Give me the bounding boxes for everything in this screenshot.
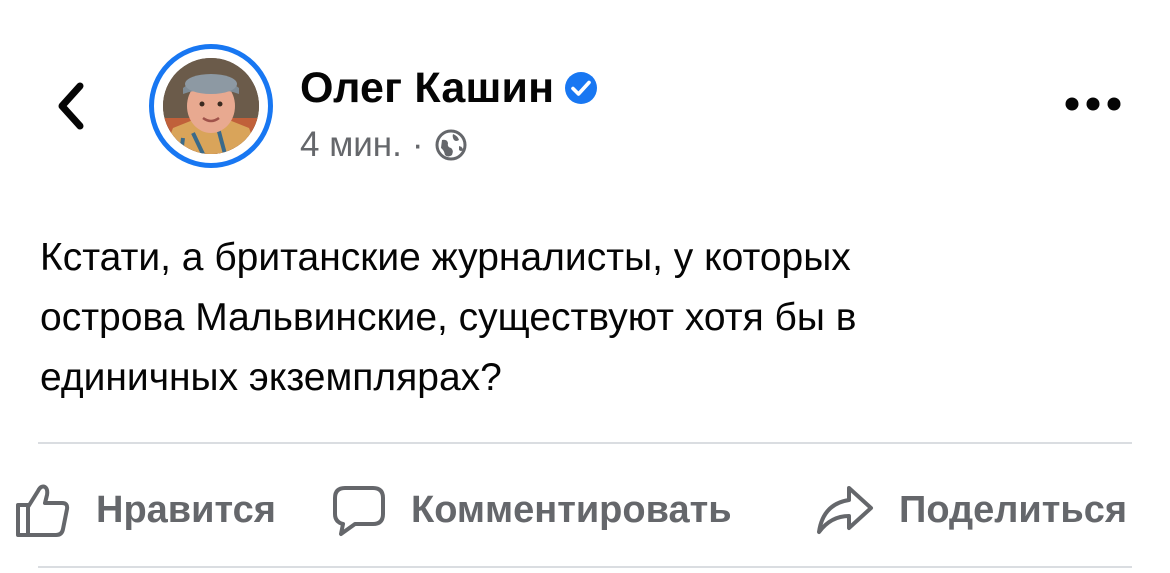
post-meta: 4 мин. · <box>300 125 468 165</box>
divider-bottom <box>38 566 1132 568</box>
comment-button[interactable]: Комментировать <box>331 478 732 542</box>
post-timestamp[interactable]: 4 мин. <box>300 125 402 165</box>
meta-separator: · <box>411 125 424 164</box>
back-button[interactable] <box>52 78 92 134</box>
divider-top <box>38 442 1132 444</box>
post-text-line: острова Мальвинские, существуют хотя бы … <box>40 296 857 339</box>
post-actions-bar: Нравится Комментировать Поделиться <box>0 478 1170 542</box>
more-dots-icon <box>1065 97 1121 111</box>
like-label: Нравится <box>96 488 276 531</box>
globe-icon[interactable] <box>434 128 468 162</box>
thumbs-up-icon <box>16 484 70 537</box>
more-options-button[interactable] <box>1062 92 1124 116</box>
author-name[interactable]: Олег Кашин <box>300 64 554 113</box>
share-arrow-icon <box>817 486 873 534</box>
chevron-left-icon <box>58 82 84 130</box>
like-button[interactable]: Нравится <box>14 478 276 542</box>
post-text-line: Кстати, а британские журналисты, у котор… <box>40 236 851 279</box>
post-text-line: единичных экземплярах? <box>40 356 502 399</box>
share-button[interactable]: Поделиться <box>815 478 1127 542</box>
post-text: Кстати, а британские журналисты, у котор… <box>40 228 1130 408</box>
author-row: Олег Кашин <box>300 62 598 114</box>
avatar-photo <box>163 58 259 154</box>
verified-badge-icon <box>565 72 598 104</box>
share-label: Поделиться <box>899 488 1128 531</box>
comment-label: Комментировать <box>411 488 732 531</box>
author-avatar[interactable] <box>149 44 273 168</box>
comment-bubble-icon <box>333 486 385 536</box>
